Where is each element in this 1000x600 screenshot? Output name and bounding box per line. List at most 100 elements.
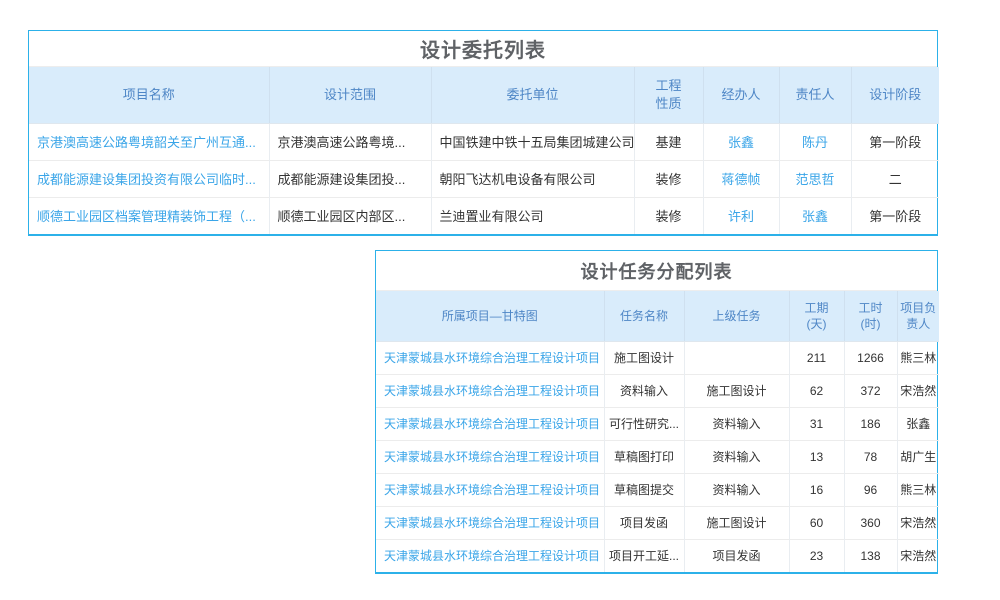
owner-link[interactable]: 张鑫 (802, 209, 828, 224)
table-cell: 成都能源建设集团投... (269, 160, 431, 197)
table-row: 天津蒙城县水环境综合治理工程设计项目资料输入施工图设计62372宋浩然 (376, 374, 939, 407)
table-cell: 项目开工延... (604, 539, 684, 572)
table-cell: 蒋德帧 (703, 160, 779, 197)
table-cell: 96 (844, 473, 897, 506)
table-cell: 朝阳飞达机电设备有限公司 (431, 160, 634, 197)
table-row: 顺德工业园区档案管理精装饰工程（... 顺德工业园区内部区...兰迪置业有限公司装… (29, 197, 939, 234)
column-header: 责任人 (779, 67, 851, 123)
project-name-link[interactable]: 京港澳高速公路粤境韶关至广州互通... (37, 135, 256, 150)
table-row: 京港澳高速公路粤境韶关至广州互通...京港澳高速公路粤境...中国铁建中铁十五局… (29, 123, 939, 160)
table-cell: 资料输入 (604, 374, 684, 407)
gantt-project-link[interactable]: 天津蒙城县水环境综合治理工程设计项目 (384, 450, 600, 464)
table-cell: 186 (844, 407, 897, 440)
table-cell: 熊三林 (897, 341, 939, 374)
table-cell: 张鑫 (703, 123, 779, 160)
header-row: 项目名称设计范围委托单位工程 性质经办人责任人设计阶段 (29, 67, 939, 123)
table-cell: 可行性研究... (604, 407, 684, 440)
table-cell: 天津蒙城县水环境综合治理工程设计项目 (376, 341, 604, 374)
owner-link[interactable]: 陈丹 (802, 135, 828, 150)
table-cell: 京港澳高速公路粤境韶关至广州互通... (29, 123, 269, 160)
table-cell: 138 (844, 539, 897, 572)
design-commission-table-card: 设计委托列表 项目名称设计范围委托单位工程 性质经办人责任人设计阶段京港澳高速公… (28, 30, 938, 236)
table-cell: 顺德工业园区内部区... (269, 197, 431, 234)
table-cell: 熊三林 (897, 473, 939, 506)
design-commission-table: 项目名称设计范围委托单位工程 性质经办人责任人设计阶段京港澳高速公路粤境韶关至广… (29, 67, 939, 234)
table-cell: 62 (789, 374, 844, 407)
column-header: 上级任务 (684, 291, 789, 341)
table-cell (684, 341, 789, 374)
handler-link[interactable]: 张鑫 (728, 135, 754, 150)
project-name-link[interactable]: 成都能源建设集团投资有限公司临时... (37, 172, 256, 187)
design-task-assignment-table-title: 设计任务分配列表 (376, 251, 937, 291)
gantt-project-link[interactable]: 天津蒙城县水环境综合治理工程设计项目 (384, 351, 600, 365)
design-task-assignment-table: 所属项目—甘特图任务名称上级任务工期 (天)工时 (时)项目负 责人天津蒙城县水… (376, 291, 939, 572)
table-cell: 13 (789, 440, 844, 473)
table-cell: 宋浩然 (897, 539, 939, 572)
gantt-project-link[interactable]: 天津蒙城县水环境综合治理工程设计项目 (384, 516, 600, 530)
table-cell: 范思哲 (779, 160, 851, 197)
table-cell: 兰迪置业有限公司 (431, 197, 634, 234)
table-cell: 草稿图打印 (604, 440, 684, 473)
table-cell: 施工图设计 (604, 341, 684, 374)
table-cell: 资料输入 (684, 440, 789, 473)
gantt-project-link[interactable]: 天津蒙城县水环境综合治理工程设计项目 (384, 417, 600, 431)
table-cell: 宋浩然 (897, 374, 939, 407)
table-cell: 资料输入 (684, 473, 789, 506)
project-name-link[interactable]: 顺德工业园区档案管理精装饰工程（... (37, 209, 256, 224)
table-cell: 装修 (634, 197, 703, 234)
table-cell: 16 (789, 473, 844, 506)
table-cell: 第一阶段 (851, 123, 939, 160)
table-cell: 顺德工业园区档案管理精装饰工程（... (29, 197, 269, 234)
table-row: 天津蒙城县水环境综合治理工程设计项目草稿图打印资料输入1378胡广生 (376, 440, 939, 473)
table-row: 天津蒙城县水环境综合治理工程设计项目可行性研究...资料输入31186张鑫 (376, 407, 939, 440)
table-cell: 天津蒙城县水环境综合治理工程设计项目 (376, 473, 604, 506)
table-cell: 1266 (844, 341, 897, 374)
table-cell: 许利 (703, 197, 779, 234)
handler-link[interactable]: 许利 (728, 209, 754, 224)
table-cell: 第一阶段 (851, 197, 939, 234)
table-cell: 成都能源建设集团投资有限公司临时... (29, 160, 269, 197)
design-task-assignment-table-card: 设计任务分配列表 所属项目—甘特图任务名称上级任务工期 (天)工时 (时)项目负… (375, 250, 938, 574)
column-header: 所属项目—甘特图 (376, 291, 604, 341)
table-cell: 372 (844, 374, 897, 407)
table-cell: 78 (844, 440, 897, 473)
table-cell: 项目发函 (684, 539, 789, 572)
table-cell: 天津蒙城县水环境综合治理工程设计项目 (376, 440, 604, 473)
table-cell: 施工图设计 (684, 506, 789, 539)
table-cell: 装修 (634, 160, 703, 197)
gantt-project-link[interactable]: 天津蒙城县水环境综合治理工程设计项目 (384, 549, 600, 563)
table-cell: 施工图设计 (684, 374, 789, 407)
table-cell: 60 (789, 506, 844, 539)
table-row: 天津蒙城县水环境综合治理工程设计项目草稿图提交资料输入1696熊三林 (376, 473, 939, 506)
table-row: 天津蒙城县水环境综合治理工程设计项目项目开工延...项目发函23138宋浩然 (376, 539, 939, 572)
table-cell: 天津蒙城县水环境综合治理工程设计项目 (376, 374, 604, 407)
table-cell: 二 (851, 160, 939, 197)
design-commission-table-title: 设计委托列表 (29, 31, 937, 67)
column-header: 项目名称 (29, 67, 269, 123)
column-header: 经办人 (703, 67, 779, 123)
handler-link[interactable]: 蒋德帧 (721, 172, 760, 187)
table-cell: 31 (789, 407, 844, 440)
column-header: 委托单位 (431, 67, 634, 123)
column-header: 工时 (时) (844, 291, 897, 341)
column-header: 工程 性质 (634, 67, 703, 123)
gantt-project-link[interactable]: 天津蒙城县水环境综合治理工程设计项目 (384, 483, 600, 497)
table-cell: 211 (789, 341, 844, 374)
table-cell: 23 (789, 539, 844, 572)
owner-link[interactable]: 范思哲 (795, 172, 834, 187)
table-row: 天津蒙城县水环境综合治理工程设计项目施工图设计 2111266熊三林 (376, 341, 939, 374)
table-cell: 张鑫 (779, 197, 851, 234)
table-cell: 资料输入 (684, 407, 789, 440)
header-row: 所属项目—甘特图任务名称上级任务工期 (天)工时 (时)项目负 责人 (376, 291, 939, 341)
table-row: 天津蒙城县水环境综合治理工程设计项目项目发函施工图设计60360宋浩然 (376, 506, 939, 539)
table-cell: 胡广生 (897, 440, 939, 473)
table-cell: 天津蒙城县水环境综合治理工程设计项目 (376, 407, 604, 440)
table-row: 成都能源建设集团投资有限公司临时... 成都能源建设集团投...朝阳飞达机电设备有… (29, 160, 939, 197)
column-header: 工期 (天) (789, 291, 844, 341)
gantt-project-link[interactable]: 天津蒙城县水环境综合治理工程设计项目 (384, 384, 600, 398)
table-cell: 京港澳高速公路粤境... (269, 123, 431, 160)
table-cell: 宋浩然 (897, 506, 939, 539)
column-header: 任务名称 (604, 291, 684, 341)
table-cell: 陈丹 (779, 123, 851, 160)
table-cell: 天津蒙城县水环境综合治理工程设计项目 (376, 506, 604, 539)
